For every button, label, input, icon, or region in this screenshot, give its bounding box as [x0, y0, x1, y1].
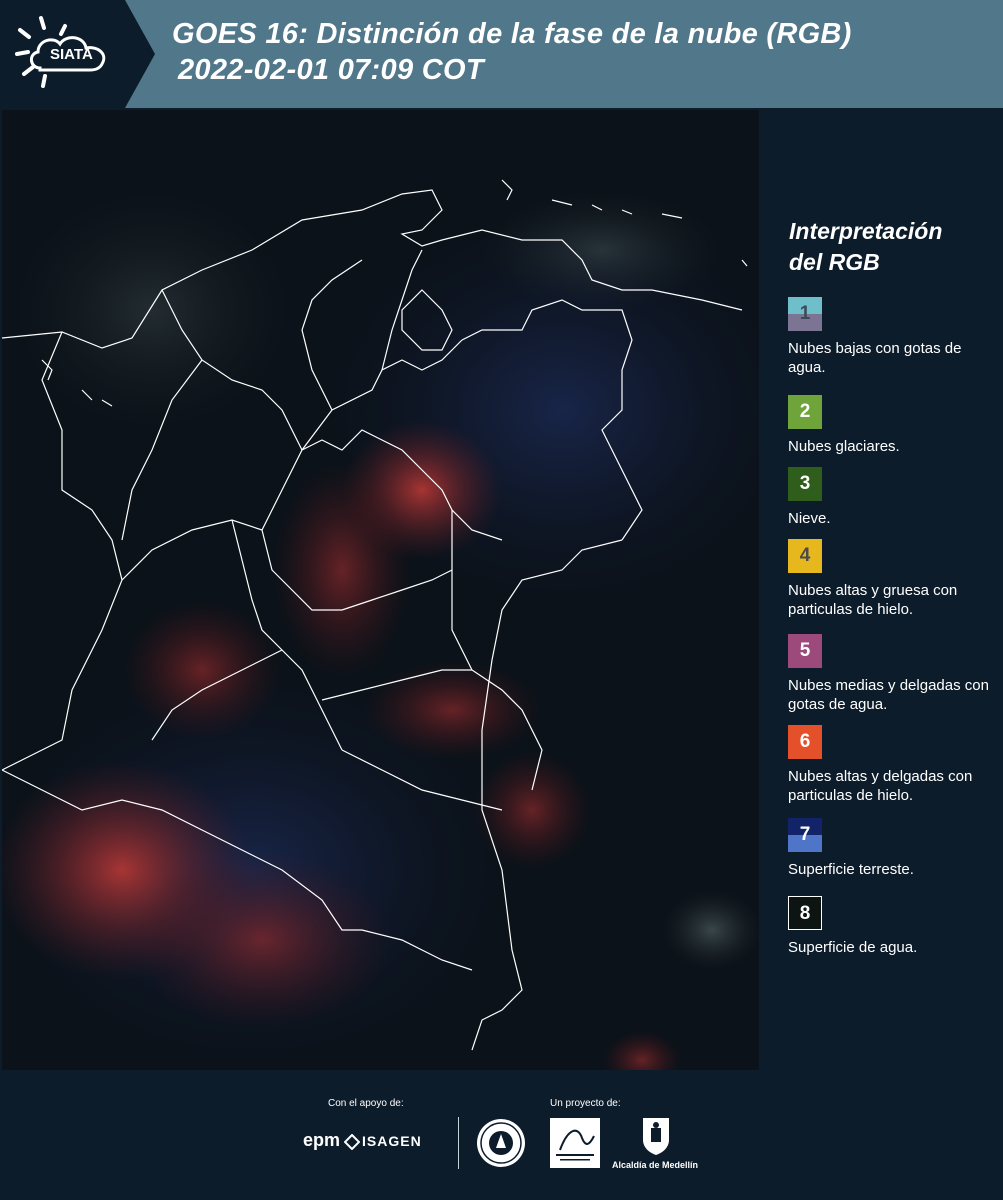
title-line-1: GOES 16: Distinción de la fase de la nub…	[172, 18, 852, 50]
legend-swatch: 7	[788, 818, 822, 852]
support-label: Con el apoyo de:	[328, 1098, 404, 1109]
legend-title: Interpretación del RGB	[789, 216, 942, 278]
page-title: GOES 16: Distinción de la fase de la nub…	[172, 16, 852, 88]
legend-description: Nubes medias y delgadas con gotas de agu…	[788, 677, 989, 713]
rgb-satellite-image	[2, 110, 759, 1070]
seal-icon	[477, 1119, 525, 1167]
legend-item-5: 5 Nubes medias y delgadas con gotas de a…	[788, 634, 1003, 714]
legend-item-2: 2 Nubes glaciares.	[788, 395, 1003, 456]
satellite-map[interactable]	[2, 110, 759, 1070]
legend-panel: Interpretación del RGB 1 Nubes bajas con…	[760, 110, 1003, 1070]
title-line-2: 2022-02-01 07:09 COT	[178, 54, 484, 86]
legend-description: Nubes altas y gruesa con particulas de h…	[788, 582, 958, 618]
legend-description: Nubes bajas con gotas de agua.	[788, 340, 962, 376]
legend-title-line-2: del RGB	[789, 249, 880, 275]
legend-description: Nieve.	[788, 510, 831, 527]
legend-item-6: 6 Nubes altas y delgadas con particulas …	[788, 725, 1003, 805]
epm-logo: epm	[303, 1130, 341, 1150]
isagen-logo: ISAGEN	[362, 1133, 422, 1149]
alcaldia-shield-icon	[643, 1118, 669, 1155]
legend-description: Nubes glaciares.	[788, 438, 900, 455]
legend-item-1: 1 Nubes bajas con gotas de agua.	[788, 297, 1003, 377]
legend-description: Nubes altas y delgadas con particulas de…	[788, 768, 973, 804]
legend-item-8: 8 Superficie de agua.	[788, 896, 1003, 957]
legend-item-7: 7 Superficie terreste.	[788, 818, 1003, 879]
legend-swatch: 1	[788, 297, 822, 331]
isagen-icon	[344, 1134, 360, 1150]
footer-divider	[458, 1117, 459, 1169]
legend-swatch: 3	[788, 467, 822, 501]
legend-swatch: 5	[788, 634, 822, 668]
alcaldia-label: Alcaldía de Medellín	[612, 1160, 699, 1170]
legend-item-4: 4 Nubes altas y gruesa con particulas de…	[788, 539, 1003, 619]
legend-title-line-1: Interpretación	[789, 218, 943, 244]
legend-description: Superficie terreste.	[788, 861, 914, 878]
legend-description: Superficie de agua.	[788, 939, 918, 956]
legend-swatch: 6	[788, 725, 822, 759]
area-metropolitana-logo	[550, 1118, 600, 1168]
project-label: Un proyecto de:	[550, 1098, 621, 1109]
legend-swatch: 4	[788, 539, 822, 573]
area-metropolitana-icon	[556, 1129, 595, 1161]
legend-item-3: 3 Nieve.	[788, 467, 1003, 528]
legend-swatch: 2	[788, 395, 822, 429]
siata-logo-text: SIATA	[50, 46, 93, 63]
footer: Con el apoyo de: Un proyecto de: epm ISA…	[0, 1070, 1003, 1200]
header-bar: SIATA GOES 16: Distinción de la fase de …	[0, 0, 1003, 108]
legend-swatch: 8	[788, 896, 822, 930]
